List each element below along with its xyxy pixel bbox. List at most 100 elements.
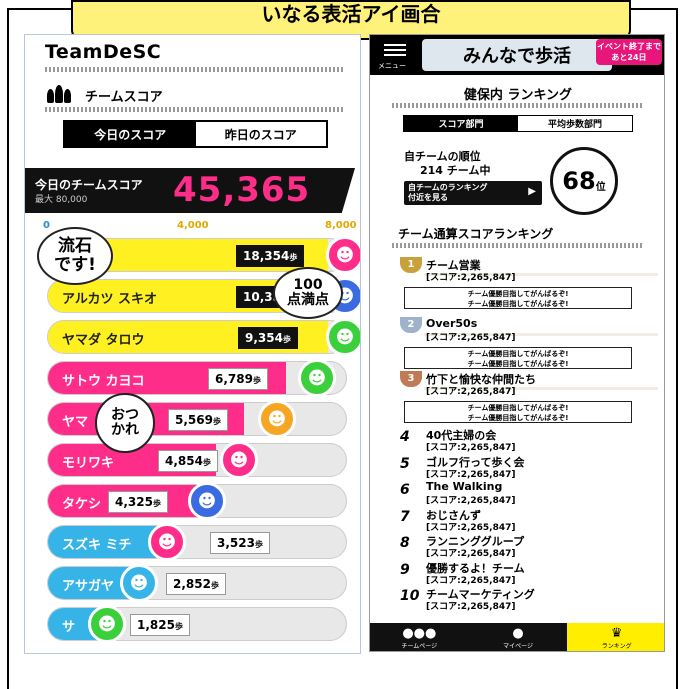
tab-ranking[interactable]: ♛ ランキング	[567, 623, 664, 651]
member-row[interactable]: アサガヤ 2,852歩 ☻	[47, 564, 347, 602]
section-title: チームスコア	[85, 89, 163, 105]
rank-value: 68	[562, 167, 596, 195]
team-name: The Walking	[426, 480, 503, 493]
rank-number: 4	[400, 429, 410, 445]
app-header: メニュー みんなで歩活 イベント終了まで あと24日	[370, 35, 664, 75]
member-row[interactable]: ヤマ 5,569歩 ☻	[47, 400, 347, 438]
member-row[interactable]: サトウ カヨコ 6,789歩 ☻	[47, 359, 347, 397]
member-steps: 1,825歩	[130, 614, 190, 636]
member-steps: 6,789歩	[208, 368, 268, 390]
team-score: [スコア:2,265,847]	[426, 496, 516, 506]
member-name: スズキ ミチ	[62, 538, 132, 553]
category-toggle: スコア部門 平均歩数部門	[403, 115, 633, 132]
tab-today-score[interactable]: 今日のスコア	[65, 122, 196, 146]
smiley-face-icon: ☻	[188, 482, 226, 520]
tab-score-category[interactable]: スコア部門	[404, 116, 518, 131]
app-logo: みんなで歩活	[422, 39, 612, 71]
team-score: [スコア:2,265,847]	[426, 443, 516, 453]
tab-label: チームページ	[401, 642, 438, 650]
member-steps: 5,569歩	[168, 409, 228, 431]
smiley-face-icon: ☻	[148, 523, 186, 561]
member-row[interactable]: サ 1,825歩 ☻	[47, 605, 347, 643]
nearby-button-label: 自チームのランキング 付近を見る	[408, 183, 488, 202]
group-icon: ●●●	[402, 625, 437, 641]
bubble-text: おつ かれ	[111, 406, 139, 438]
tab-yesterday-score[interactable]: 昨日のスコア	[196, 122, 327, 146]
member-name: サ	[62, 620, 76, 635]
trophy-rank-icon: 1	[400, 257, 422, 273]
member-row[interactable]: スズキ ミチ 3,523歩 ☻	[47, 523, 347, 561]
bubble-text: 流石 です!	[54, 236, 96, 275]
member-name: サトウ カヨコ	[62, 374, 145, 389]
member-name: ヤマ	[62, 415, 89, 430]
member-steps: 3,523歩	[210, 532, 270, 554]
team-score: [スコア:2,265,847]	[426, 602, 516, 612]
divider	[392, 243, 642, 248]
smiley-face-icon: ☻	[326, 236, 360, 274]
team-message: チーム優勝目指してがんばるぞ! チーム優勝目指してがんばるぞ!	[404, 401, 632, 423]
team-name: Over50s	[426, 317, 478, 330]
section-header: チームスコア	[47, 85, 163, 105]
tab-label: マイページ	[503, 642, 533, 650]
ranking-subheading: チーム通算スコアランキング	[398, 227, 554, 241]
axis-label-mid: 4,000	[177, 220, 209, 231]
play-arrow-icon: ▶	[528, 186, 536, 197]
tab-label: ランキング	[601, 642, 632, 650]
rank-number: 5	[400, 455, 410, 472]
rank-number: 9	[400, 561, 410, 578]
smiley-face-icon: ☻	[120, 564, 158, 602]
team-score: [スコア:2,265,847]	[426, 273, 516, 283]
divider	[392, 103, 642, 108]
member-steps: 18,354歩	[236, 245, 305, 267]
page-title: 健保内 ランキング	[463, 88, 573, 103]
team-score: [スコア:2,265,847]	[426, 522, 516, 533]
score-max: 最大 80,000	[35, 195, 88, 205]
smiley-face-icon: ☻	[326, 318, 360, 356]
member-name: モリワキ	[62, 456, 115, 471]
rank-unit: 位	[595, 181, 606, 193]
rank-medal: 68 位	[550, 147, 618, 215]
speech-bubble-perfect: 100 点満点	[273, 267, 343, 319]
brand-logo: TeamDeSC	[45, 41, 162, 63]
ranking-screen: メニュー みんなで歩活 イベント終了まで あと24日 健保内 ランキング スコア部…	[369, 34, 665, 652]
menu-button[interactable]: メニュー	[374, 39, 414, 71]
rank-number: 7	[400, 508, 410, 525]
team-count: 214 チーム中	[420, 164, 491, 177]
axis-label-zero: 0	[43, 220, 50, 231]
event-countdown-text: イベント終了まで あと24日	[597, 42, 661, 62]
member-name: アルカツ スキオ	[62, 292, 158, 307]
trophy-rank-icon: 3	[400, 371, 422, 387]
team-score: [スコア:2,265,847]	[426, 333, 516, 343]
own-rank-info: 自チームの順位 214 チーム中	[404, 150, 490, 178]
rank-number: 10	[400, 588, 420, 604]
bubble-text: 100 点満点	[287, 276, 329, 308]
tab-team-page[interactable]: ●●● チームページ	[370, 623, 469, 651]
divider	[45, 107, 345, 112]
smiley-face-icon: ☻	[298, 359, 336, 397]
member-row[interactable]: タケシ 4,325歩 ☻	[47, 482, 347, 520]
member-steps: 4,854歩	[158, 450, 218, 472]
bottom-tab-bar: ●●● チームページ ● マイページ ♛ ランキング	[370, 623, 664, 651]
view-nearby-ranking-button[interactable]: 自チームのランキング 付近を見る ▶	[404, 181, 542, 205]
team-score: [スコア:2,265,847]	[426, 575, 516, 586]
member-steps: 2,852歩	[166, 573, 226, 595]
team-score: [スコア:2,265,847]	[426, 469, 516, 480]
member-steps: 4,325歩	[108, 491, 168, 513]
team-score-banner: 今日のチームスコア 最大 80,000 45,365	[25, 168, 355, 213]
member-name: ヤマダ タロウ	[62, 333, 145, 348]
member-row[interactable]: モリワキ 4,854歩 ☻	[47, 441, 347, 479]
smiley-face-icon: ☻	[220, 441, 258, 479]
tab-average-steps[interactable]: 平均歩数部門	[518, 116, 632, 131]
score-value: 45,365	[173, 170, 311, 210]
rank-number: 8	[400, 535, 410, 551]
own-rank-label: 自チームの順位	[404, 150, 481, 163]
tab-my-page[interactable]: ● マイページ	[468, 623, 568, 651]
menu-label: メニュー	[378, 62, 406, 70]
speech-bubble-tired: おつ かれ	[95, 393, 155, 453]
day-toggle: 今日のスコア 昨日のスコア	[63, 120, 328, 148]
member-name: タケシ	[62, 497, 102, 512]
speech-bubble-great: 流石 です!	[37, 227, 113, 285]
rank-number: 6	[400, 482, 410, 498]
member-row[interactable]: ヤマダ タロウ 9,354歩 ☻	[47, 318, 360, 356]
member-name: アサガヤ	[62, 579, 115, 594]
